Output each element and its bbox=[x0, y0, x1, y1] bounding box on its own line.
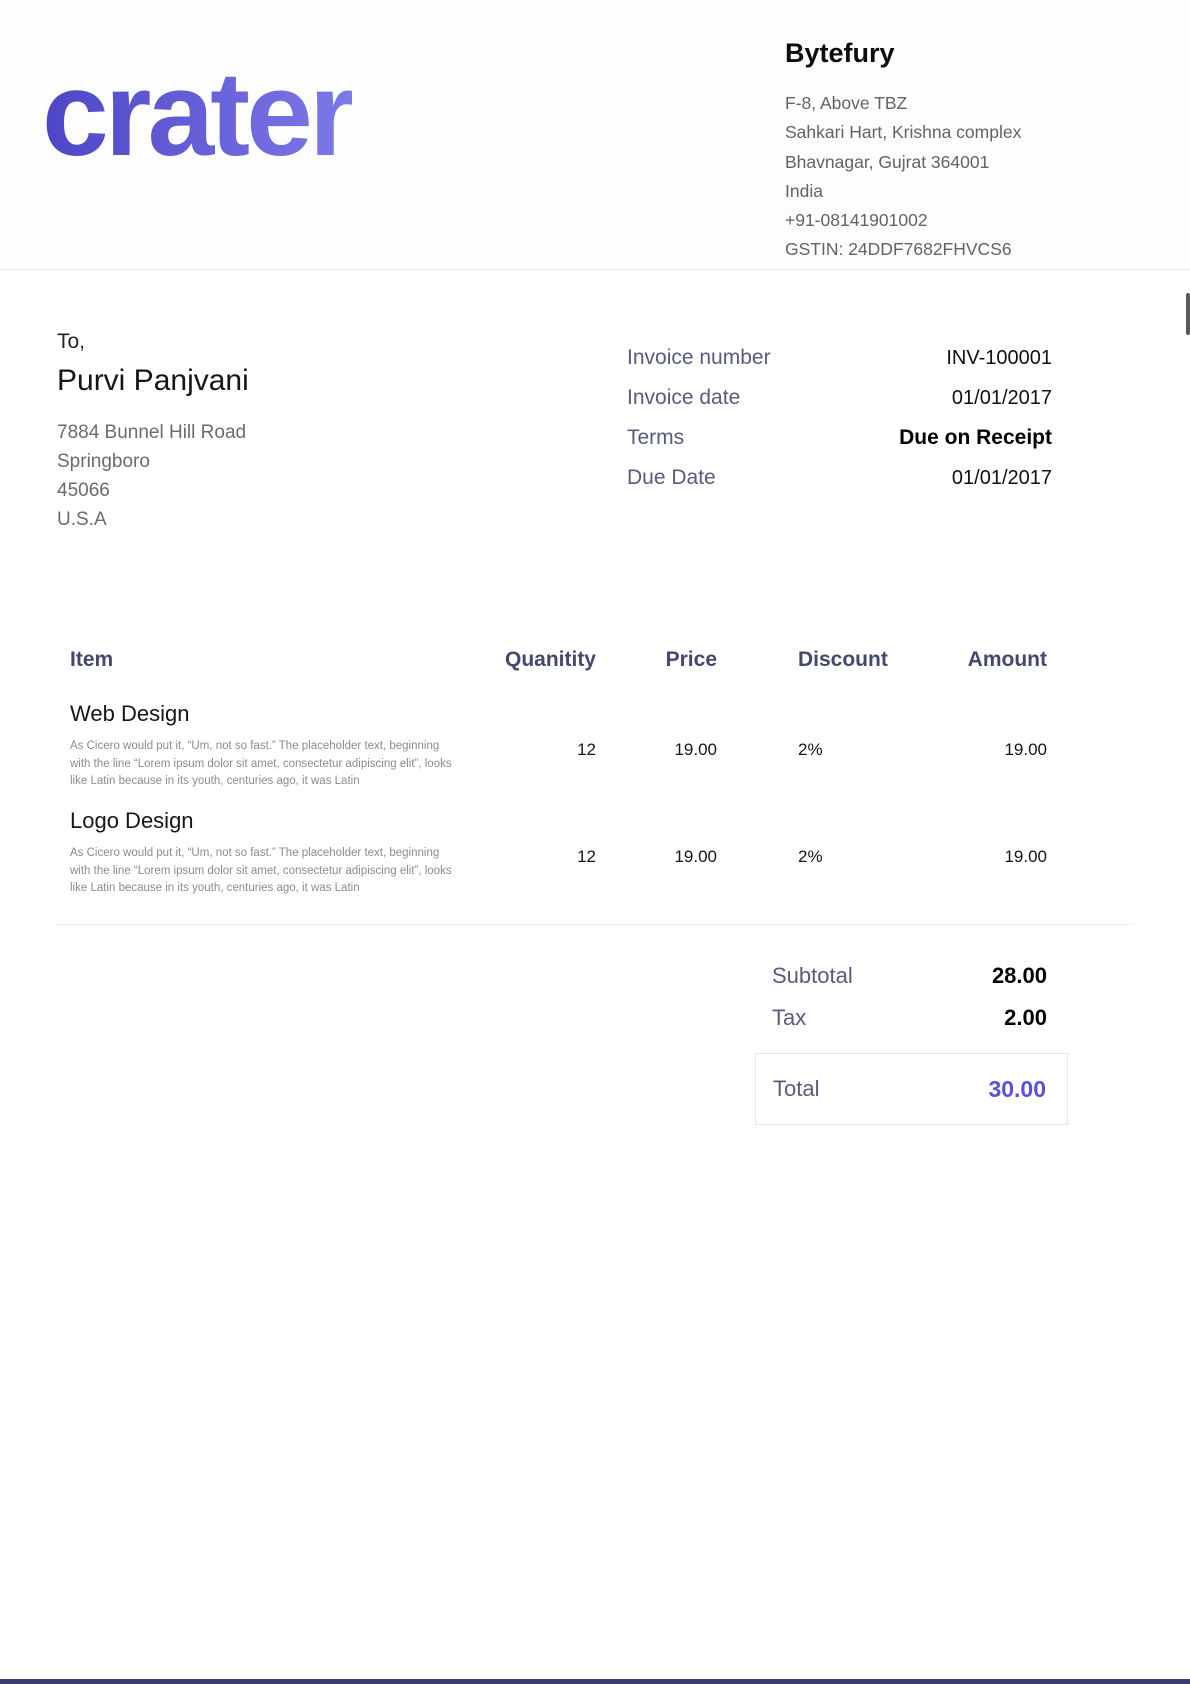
tax-row: Tax 2.00 bbox=[772, 1005, 1047, 1031]
invoice-date-label: Invoice date bbox=[627, 386, 740, 410]
item-discount: 2% bbox=[798, 740, 898, 760]
subtotal-label: Subtotal bbox=[772, 963, 853, 989]
due-date-value: 01/01/2017 bbox=[952, 467, 1052, 490]
company-address-line: Sahkari Hart, Krishna complex bbox=[785, 118, 1155, 147]
item-description-line: like Latin because in its youth, centuri… bbox=[70, 773, 510, 791]
item-amount: 19.00 bbox=[897, 847, 1047, 867]
total-label: Total bbox=[773, 1076, 819, 1102]
invoice-number-label: Invoice number bbox=[627, 346, 771, 370]
company-info: Bytefury F-8, Above TBZ Sahkari Hart, Kr… bbox=[785, 38, 1155, 265]
terms-row: Terms Due on Receipt bbox=[627, 426, 1052, 450]
crater-logo: crater bbox=[42, 48, 352, 180]
due-date-label: Due Date bbox=[627, 466, 716, 490]
item-description-line: As Cicero would put it, “Um, not so fast… bbox=[70, 845, 510, 863]
company-address-line: Bhavnagar, Gujrat 364001 bbox=[785, 148, 1155, 177]
terms-value: Due on Receipt bbox=[899, 426, 1052, 450]
item-description: As Cicero would put it, “Um, not so fast… bbox=[70, 845, 510, 898]
due-date-row: Due Date 01/01/2017 bbox=[627, 466, 1052, 490]
item-discount: 2% bbox=[798, 847, 898, 867]
item-description-line: with the line “Lorem ipsum dolor sit ame… bbox=[70, 756, 510, 774]
customer-address-line: 7884 Bunnel Hill Road bbox=[57, 418, 477, 447]
invoice-page: crater Bytefury F-8, Above TBZ Sahkari H… bbox=[0, 0, 1190, 1684]
company-phone: +91-08141901002 bbox=[785, 206, 1155, 235]
item-description-line: with the line “Lorem ipsum dolor sit ame… bbox=[70, 863, 510, 881]
invoice-date-value: 01/01/2017 bbox=[952, 387, 1052, 410]
company-name: Bytefury bbox=[785, 38, 1155, 69]
items-header-discount: Discount bbox=[798, 648, 898, 672]
tax-value: 2.00 bbox=[1004, 1005, 1047, 1031]
items-divider bbox=[57, 924, 1133, 925]
customer-address-line: U.S.A bbox=[57, 505, 477, 534]
customer-address: 7884 Bunnel Hill Road Springboro 45066 U… bbox=[57, 418, 477, 534]
total-box: Total 30.00 bbox=[755, 1053, 1068, 1125]
scrollbar-thumb[interactable] bbox=[1186, 293, 1190, 335]
items-header-item: Item bbox=[70, 648, 113, 672]
items-header-amount: Amount bbox=[897, 648, 1047, 672]
items-header-price: Price bbox=[567, 648, 717, 672]
invoice-number-row: Invoice number INV-100001 bbox=[627, 346, 1052, 370]
item-description-line: As Cicero would put it, “Um, not so fast… bbox=[70, 738, 510, 756]
total-value: 30.00 bbox=[988, 1076, 1046, 1103]
customer-address-line: 45066 bbox=[57, 476, 477, 505]
terms-label: Terms bbox=[627, 426, 684, 450]
company-address: F-8, Above TBZ Sahkari Hart, Krishna com… bbox=[785, 89, 1155, 265]
item-description-line: like Latin because in its youth, centuri… bbox=[70, 880, 510, 898]
item-price: 19.00 bbox=[567, 740, 717, 760]
invoice-number-value: INV-100001 bbox=[946, 347, 1052, 370]
customer-name: Purvi Panjvani bbox=[57, 364, 477, 398]
bill-to-label: To, bbox=[57, 330, 477, 354]
invoice-meta: Invoice number INV-100001 Invoice date 0… bbox=[627, 346, 1052, 506]
invoice-date-row: Invoice date 01/01/2017 bbox=[627, 386, 1052, 410]
item-amount: 19.00 bbox=[897, 740, 1047, 760]
subtotal-value: 28.00 bbox=[992, 963, 1047, 989]
customer-address-line: Springboro bbox=[57, 447, 477, 476]
item-description: As Cicero would put it, “Um, not so fast… bbox=[70, 738, 510, 791]
bill-to-block: To, Purvi Panjvani 7884 Bunnel Hill Road… bbox=[57, 330, 477, 534]
tax-label: Tax bbox=[772, 1005, 806, 1031]
subtotal-row: Subtotal 28.00 bbox=[772, 963, 1047, 989]
company-gstin: GSTIN: 24DDF7682FHVCS6 bbox=[785, 235, 1155, 264]
item-price: 19.00 bbox=[567, 847, 717, 867]
company-address-line: India bbox=[785, 177, 1155, 206]
item-name: Web Design bbox=[70, 701, 189, 727]
company-address-line: F-8, Above TBZ bbox=[785, 89, 1155, 118]
footer-accent-bar bbox=[0, 1679, 1190, 1684]
item-name: Logo Design bbox=[70, 808, 194, 834]
invoice-header: crater Bytefury F-8, Above TBZ Sahkari H… bbox=[0, 0, 1190, 270]
